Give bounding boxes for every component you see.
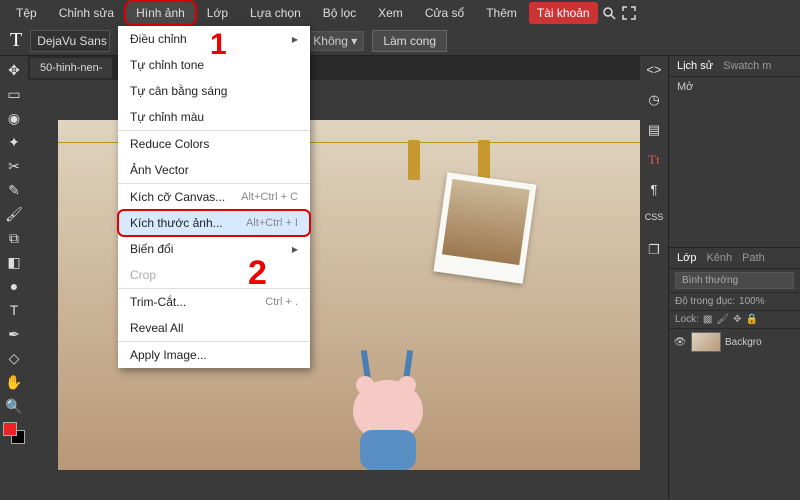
menu-select[interactable]: Lựa chọn — [240, 2, 311, 24]
marquee-tool-icon[interactable]: ▭ — [3, 83, 25, 105]
paragraph-icon[interactable]: ¶ — [644, 182, 664, 202]
history-icon[interactable]: ◷ — [644, 92, 664, 112]
warp-button[interactable]: Làm cong — [372, 30, 447, 52]
tab-channels[interactable]: Kênh — [706, 252, 732, 264]
menu-edit[interactable]: Chỉnh sửa — [49, 2, 124, 24]
menu-item[interactable]: Kích cỡ Canvas...Alt+Ctrl + C — [118, 184, 310, 210]
right-tool-strip: <> ◷ ▤ Tt ¶ CSS ❐ — [640, 56, 668, 500]
pen-tool-icon[interactable]: ✒ — [3, 323, 25, 345]
toolbar: ✥ ▭ ◉ ✦ ✂ ✎ 🖌 ⧉ ◧ ● T ✒ ◇ ✋ 🔍 — [0, 56, 28, 444]
menu-item[interactable]: Kích thước ảnh...Alt+Ctrl + I — [118, 210, 310, 236]
layers-icon[interactable]: ❐ — [644, 242, 664, 262]
annotation-2: 2 — [248, 254, 267, 293]
opacity-label: Độ trong đục: — [675, 296, 735, 307]
menu-item[interactable]: Trim-Cắt...Ctrl + . — [118, 289, 310, 315]
lock-pixels-icon[interactable]: 🖌 — [716, 314, 729, 325]
wand-tool-icon[interactable]: ✦ — [3, 131, 25, 153]
right-panels: Lịch sử Swatch m Mở Lớp Kênh Path Bình t… — [668, 56, 800, 500]
menubar: Tệp Chỉnh sửa Hình ảnh Lớp Lựa chọn Bộ l… — [0, 0, 800, 26]
menu-image[interactable]: Hình ảnh — [126, 2, 195, 24]
eye-icon[interactable]: 👁 — [673, 337, 687, 348]
fullscreen-icon[interactable] — [620, 4, 638, 22]
shape-tool-icon[interactable]: ◇ — [3, 347, 25, 369]
lock-transparency-icon[interactable]: ▩ — [703, 314, 712, 325]
color-picker[interactable] — [3, 422, 25, 444]
type-tool-icon[interactable]: T — [3, 299, 25, 321]
crop-tool-icon[interactable]: ✂ — [3, 155, 25, 177]
menu-account[interactable]: Tài khoản — [529, 2, 598, 24]
layers-panel-head: Lớp Kênh Path — [669, 248, 800, 269]
antialias-select[interactable]: Không ▾ — [306, 31, 364, 51]
tab-history[interactable]: Lịch sử — [677, 60, 713, 72]
tab-swatches[interactable]: Swatch m — [723, 60, 771, 72]
css-panel-icon[interactable]: CSS — [644, 212, 664, 232]
image-menu-dropdown: Điều chỉnhTự chỉnh toneTự cân bằng sángT… — [118, 26, 310, 368]
history-panel-head: Lịch sử Swatch m — [669, 56, 800, 77]
lock-all-icon[interactable]: 🔒 — [745, 314, 757, 325]
zoom-tool-icon[interactable]: 🔍 — [3, 395, 25, 417]
code-icon[interactable]: <> — [644, 62, 664, 82]
brush-tool-icon[interactable]: 🖌 — [3, 203, 25, 225]
move-tool-icon[interactable]: ✥ — [3, 59, 25, 81]
font-family-select[interactable]: DejaVu Sans — [30, 30, 110, 52]
lock-label: Lock: — [675, 314, 699, 325]
tab-layers[interactable]: Lớp — [677, 252, 696, 264]
search-icon[interactable] — [600, 4, 618, 22]
menu-item[interactable]: Reduce Colors — [118, 131, 310, 157]
menu-view[interactable]: Xem — [368, 2, 413, 24]
layer-thumbnail — [691, 332, 721, 352]
menu-item[interactable]: Reveal All — [118, 315, 310, 341]
menu-item[interactable]: Tự chỉnh màu — [118, 104, 310, 130]
document-tab[interactable]: 50-hinh-nen- — [30, 58, 112, 78]
history-list[interactable]: Mở — [669, 77, 800, 97]
menu-item: Crop — [118, 262, 310, 288]
menu-item[interactable]: Biến đổi — [118, 236, 310, 262]
eyedropper-tool-icon[interactable]: ✎ — [3, 179, 25, 201]
menu-filter[interactable]: Bộ lọc — [313, 2, 366, 24]
annotation-1: 1 — [210, 28, 227, 62]
layer-name: Backgro — [725, 337, 762, 348]
tab-paths[interactable]: Path — [742, 252, 765, 264]
opacity-value[interactable]: 100% — [739, 296, 765, 307]
menu-file[interactable]: Tệp — [6, 2, 47, 24]
hand-tool-icon[interactable]: ✋ — [3, 371, 25, 393]
swatches-icon[interactable]: ▤ — [644, 122, 664, 142]
menu-item[interactable]: Apply Image... — [118, 342, 310, 368]
eraser-tool-icon[interactable]: ◧ — [3, 251, 25, 273]
blur-tool-icon[interactable]: ● — [3, 275, 25, 297]
clone-tool-icon[interactable]: ⧉ — [3, 227, 25, 249]
blend-mode-select[interactable]: Bình thường — [675, 272, 794, 289]
type-tool-icon: T — [10, 29, 22, 52]
char-panel-icon[interactable]: Tt — [644, 152, 664, 172]
menu-more[interactable]: Thêm — [476, 2, 527, 24]
lock-position-icon[interactable]: ✥ — [733, 314, 741, 325]
layer-row[interactable]: 👁 Backgro — [669, 329, 800, 355]
menu-item[interactable]: Tự cân bằng sáng — [118, 78, 310, 104]
menu-layer[interactable]: Lớp — [197, 2, 238, 24]
menu-window[interactable]: Cửa sổ — [415, 2, 474, 24]
lasso-tool-icon[interactable]: ◉ — [3, 107, 25, 129]
menu-item[interactable]: Ảnh Vector — [118, 157, 310, 183]
